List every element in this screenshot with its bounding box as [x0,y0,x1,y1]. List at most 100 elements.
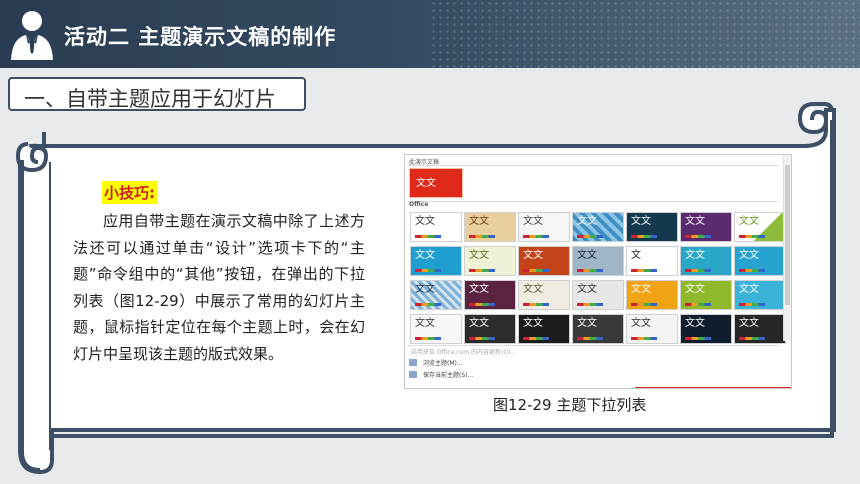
theme-thumb-text: 文文 [685,250,705,261]
theme-swatch [469,235,495,238]
theme-thumb-text: 文文 [415,250,435,261]
theme-swatch [415,337,441,340]
theme-swatch [415,235,441,238]
theme-thumb[interactable]: 文文 [464,246,516,276]
separator [407,345,779,346]
theme-thumb-text: 文文 [523,216,543,227]
businessman-icon [11,11,53,60]
theme-thumb[interactable]: 文文 [410,212,462,242]
theme-thumb[interactable]: 文文 [518,280,570,310]
theme-thumb-text: 文文 [416,178,436,189]
separator [407,165,779,166]
theme-swatch [685,303,711,306]
theme-thumb-text: 文文 [577,318,597,329]
theme-thumb[interactable]: 文文 [518,314,570,344]
theme-thumb[interactable]: 文文 [680,314,732,344]
header-title: 活动二 主题演示文稿的制作 [64,25,337,49]
enable-office-updates-link[interactable]: 启用来自 Office.com 的内容更新(O)... [411,347,516,356]
theme-swatch [577,337,603,340]
separator [407,201,779,202]
theme-thumb-text: 文文 [685,216,705,227]
header-bar: 活动二 主题演示文稿的制作 [0,0,860,68]
theme-thumb-text: 文文 [415,216,435,227]
theme-thumb-text: 文文 [685,318,705,329]
theme-thumb-text: 文文 [739,216,759,227]
theme-thumb[interactable]: 文文 [410,280,462,310]
theme-thumb[interactable]: 文文 [572,246,624,276]
theme-swatch [631,269,657,272]
theme-thumb[interactable]: 文文 [626,314,678,344]
theme-thumb[interactable]: 文文 [680,212,732,242]
theme-thumb[interactable]: 文文 [734,314,786,344]
theme-thumb-text: 文文 [415,318,435,329]
theme-thumb[interactable]: 文文 [680,246,732,276]
theme-thumb[interactable]: 文文 [410,314,462,344]
tip-paragraph: 应用自带主题在演示文稿中除了上述方法还可以通过单击“设计”选项卡下的“主题”命令… [73,212,365,363]
theme-thumb-text: 文文 [685,284,705,295]
theme-thumb-text: 文文 [469,216,489,227]
theme-swatch [739,337,765,340]
dot-pattern [430,0,860,68]
theme-thumb[interactable]: 文文 [464,314,516,344]
theme-thumb[interactable]: 文文 [626,280,678,310]
gallery-scrollbar[interactable] [783,155,791,341]
current-theme-thumb[interactable]: 文文 [409,168,463,198]
theme-swatch [739,235,765,238]
theme-thumb-text: 文文 [469,318,489,329]
theme-swatch [415,303,441,306]
theme-thumb-text: 文文 [631,216,651,227]
theme-swatch [685,235,711,238]
red-underline [635,387,791,388]
theme-swatch [739,303,765,306]
theme-swatch [685,337,711,340]
theme-thumb[interactable]: 文文 [572,280,624,310]
theme-swatch [577,235,603,238]
scrollbar-thumb[interactable] [785,165,790,305]
theme-thumb-text: 文文 [739,284,759,295]
theme-swatch [577,303,603,306]
office-themes-header: Office [409,201,429,208]
theme-thumb[interactable]: 文文 [572,314,624,344]
theme-swatch [469,303,495,306]
browse-themes-link[interactable]: 浏览主题(M)... [423,358,463,367]
theme-swatch [631,303,657,306]
theme-thumb[interactable]: 文文 [410,246,462,276]
theme-thumb-text: 文文 [469,250,489,261]
theme-thumb[interactable]: 文文 [518,212,570,242]
save-icon [409,371,417,378]
theme-thumb-text: 文文 [739,318,759,329]
theme-thumb-text: 文文 [415,284,435,295]
theme-thumb[interactable]: 文文 [626,212,678,242]
theme-swatch [523,235,549,238]
theme-swatch [739,269,765,272]
theme-thumb[interactable]: 文 [626,246,678,276]
theme-swatch [631,337,657,340]
theme-gallery-screenshot: 此演示文稿 文文 Office 文文 文文 文文 文文 文文 文文 文文 文文 … [404,154,792,389]
figure-caption: 图12-29 主题下拉列表 [493,396,647,414]
save-theme-link[interactable]: 保存当前主题(S)... [423,370,473,379]
theme-thumb-text: 文文 [523,250,543,261]
theme-thumb-text: 文文 [577,250,597,261]
theme-thumb[interactable]: 文文 [464,280,516,310]
theme-thumb[interactable]: 文文 [734,280,786,310]
theme-thumb[interactable]: 文文 [734,212,786,242]
theme-thumb-text: 文文 [631,318,651,329]
theme-thumb[interactable]: 文文 [518,246,570,276]
theme-thumb[interactable]: 文文 [572,212,624,242]
theme-thumb-text: 文文 [577,216,597,227]
theme-thumb-text: 文文 [577,284,597,295]
theme-swatch [469,269,495,272]
theme-thumb-text: 文文 [523,284,543,295]
theme-thumb-text: 文文 [523,318,543,329]
theme-thumb-text: 文文 [631,284,651,295]
theme-thumb[interactable]: 文文 [464,212,516,242]
theme-swatch [523,303,549,306]
browse-icon [409,359,417,366]
theme-thumb[interactable]: 文文 [734,246,786,276]
theme-swatch [523,269,549,272]
theme-swatch [469,337,495,340]
theme-thumb-text: 文 [631,250,641,261]
theme-swatch [523,337,549,340]
theme-swatch [415,269,441,272]
theme-thumb[interactable]: 文文 [680,280,732,310]
